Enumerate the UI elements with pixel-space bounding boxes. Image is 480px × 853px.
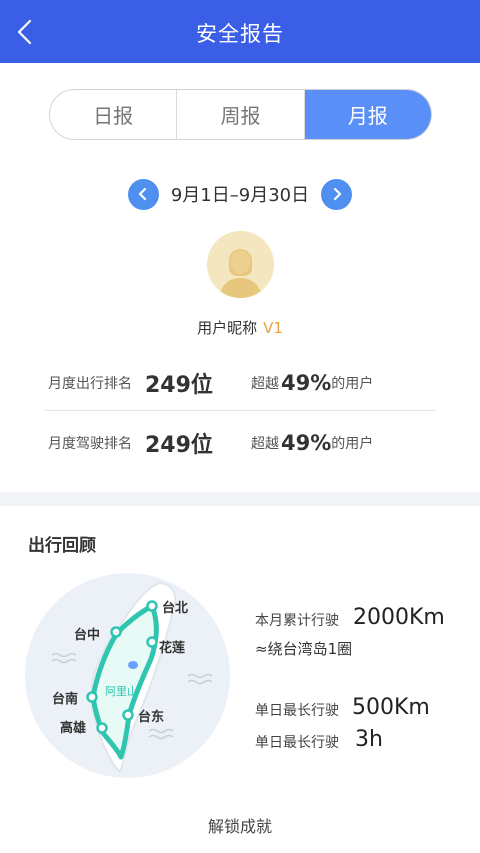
chevron-right-icon bbox=[333, 187, 341, 201]
longest-distance-label: 单日最长行驶 bbox=[255, 703, 339, 719]
top-bar: 安全报告 bbox=[0, 0, 480, 63]
avatar[interactable] bbox=[207, 231, 274, 298]
longest-distance-value: 500Km bbox=[352, 695, 430, 720]
hualian-marker bbox=[146, 636, 158, 648]
nickname: 用户昵称 bbox=[197, 319, 258, 337]
date-range: 9月1日–9月30日 bbox=[170, 185, 310, 206]
city-tainan: 台南 bbox=[52, 692, 79, 707]
taiwan-island-map bbox=[51, 581, 213, 774]
tab-daily[interactable]: 日报 bbox=[50, 90, 178, 139]
chevron-left-icon bbox=[139, 187, 147, 201]
tab-weekly[interactable]: 周报 bbox=[177, 90, 305, 139]
longest-time-label: 单日最长行驶 bbox=[255, 735, 339, 751]
travel-rank-value: 249位 bbox=[145, 373, 213, 398]
unlock-achievements-link[interactable]: 解锁成就 bbox=[0, 813, 480, 837]
city-gaoxiong: 高雄 bbox=[60, 721, 87, 736]
driving-exceed-suffix: 的用户 bbox=[331, 436, 374, 452]
nickname-row: 用户昵称 V1 bbox=[0, 317, 480, 338]
travel-rank-row: 月度出行排名 249位 超越 49% 的用户 bbox=[48, 365, 373, 401]
section-divider bbox=[0, 492, 480, 506]
taizhong-marker bbox=[110, 626, 122, 638]
next-period-button[interactable] bbox=[321, 178, 353, 210]
date-selector: 9月1日–9月30日 bbox=[0, 178, 480, 210]
gaoxiong-marker bbox=[96, 722, 108, 734]
city-taibei: 台北 bbox=[162, 601, 189, 616]
total-distance-label: 本月累计行驶 bbox=[255, 613, 339, 629]
prev-period-button[interactable] bbox=[127, 178, 159, 210]
travel-exceed-suffix: 的用户 bbox=[331, 376, 374, 392]
user-silhouette-icon bbox=[207, 231, 274, 298]
travel-exceed-label: 超越 bbox=[251, 376, 279, 392]
total-distance-equivalent: ≈绕台湾岛1圈 bbox=[255, 640, 353, 658]
city-hualian: 花莲 bbox=[159, 641, 186, 656]
driving-exceed-label: 超越 bbox=[251, 436, 279, 452]
city-taidong: 台东 bbox=[138, 710, 165, 725]
tainan-marker bbox=[86, 691, 98, 703]
driving-rank-value: 249位 bbox=[145, 433, 213, 458]
city-taizhong: 台中 bbox=[74, 628, 101, 643]
page-title: 安全报告 bbox=[196, 22, 284, 46]
travel-exceed-value: 49% bbox=[281, 371, 332, 395]
driving-rank-label: 月度驾驶排名 bbox=[48, 436, 132, 452]
longest-time-value: 3h bbox=[355, 727, 383, 752]
taibei-marker bbox=[146, 600, 158, 612]
total-distance-value: 2000Km bbox=[353, 605, 445, 630]
tab-monthly[interactable]: 月报 bbox=[304, 90, 431, 139]
review-section-title: 出行回顾 bbox=[28, 536, 96, 556]
period-tabs: 日报 周报 月报 bbox=[49, 89, 432, 140]
travel-rank-label: 月度出行排名 bbox=[48, 376, 132, 392]
user-level-badge: V1 bbox=[263, 319, 283, 337]
driving-rank-row: 月度驾驶排名 249位 超越 49% 的用户 bbox=[48, 425, 373, 461]
driving-exceed-value: 49% bbox=[281, 431, 332, 455]
divider bbox=[45, 410, 436, 411]
taidong-marker bbox=[122, 709, 134, 721]
city-alishan: 阿里山 bbox=[105, 685, 138, 698]
taiwan-route-map: 台北 台中 花莲 台南 台东 高雄 阿里山 bbox=[25, 573, 230, 778]
